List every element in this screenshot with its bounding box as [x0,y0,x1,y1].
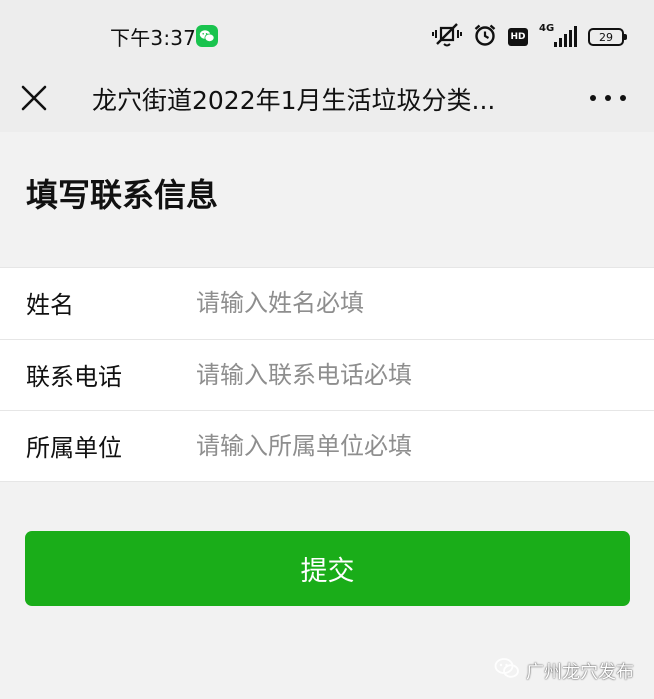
mute-vibrate-icon [432,22,462,52]
submit-button[interactable]: 提交 [25,531,630,606]
network-type: 4G [539,23,555,34]
page-title: 填写联系信息 [26,176,219,214]
phone-label: 联系电话 [26,363,122,391]
nav-bar: 龙穴街道2022年1月生活垃圾分类... [0,64,654,132]
alarm-icon [473,23,497,51]
status-bar: 下午3:37 HD 4G 29 [0,0,654,64]
wechat-icon [196,25,218,47]
form-row-organization: 所属单位 [0,410,654,481]
status-time: 下午3:37 [110,26,197,50]
name-input[interactable] [196,278,626,328]
battery-level: 29 [599,30,613,44]
more-icon[interactable] [590,90,626,106]
nav-title: 龙穴街道2022年1月生活垃圾分类... [92,86,496,115]
organization-input[interactable] [196,421,626,471]
watermark-text: 广州龙穴发布 [526,661,634,683]
hd-icon: HD [508,28,528,46]
battery-icon: 29 [588,28,627,46]
form-row-phone: 联系电话 [0,339,654,410]
phone-input[interactable] [196,350,626,400]
contact-form: 姓名 联系电话 所属单位 [0,267,654,482]
name-label: 姓名 [26,291,74,319]
wechat-channel-icon [494,657,520,684]
signal-icon: 4G [539,23,577,49]
organization-label: 所属单位 [26,434,122,462]
watermark: 广州龙穴发布 [494,657,634,684]
status-icons: HD 4G 29 [432,22,627,52]
close-icon[interactable] [20,84,48,112]
form-row-name: 姓名 [0,268,654,339]
